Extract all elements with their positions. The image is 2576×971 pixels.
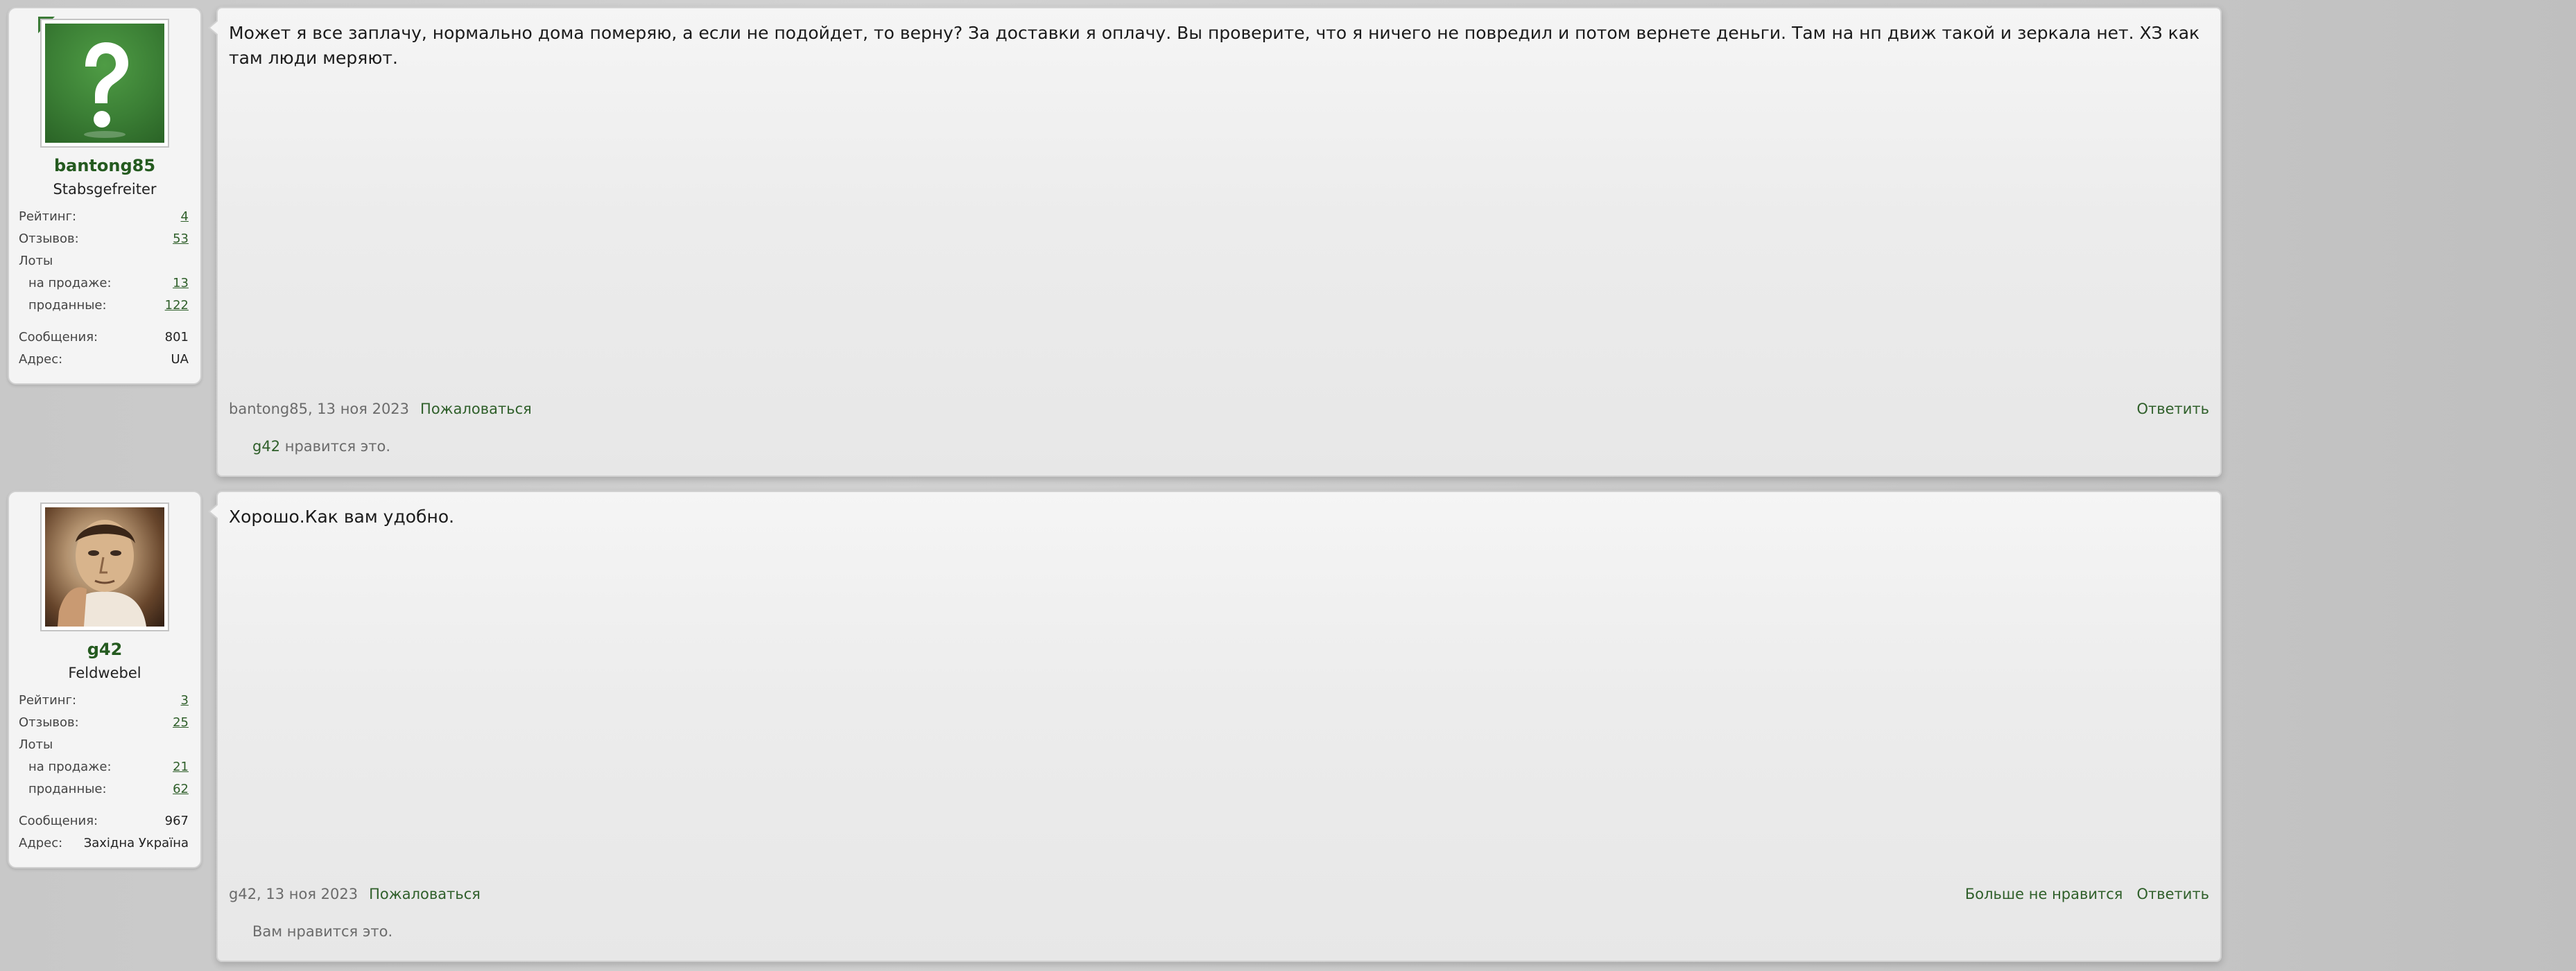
post: g42 Feldwebel Рейтинг: 3 Отзывов: 25 Лот…: [0, 484, 2576, 971]
username[interactable]: g42: [9, 640, 200, 659]
stat-rating: Рейтинг: 4: [19, 209, 189, 227]
message-actions: Больше не нравится Ответить: [1965, 886, 2209, 902]
stat-value-link[interactable]: 62: [173, 782, 189, 796]
report-link[interactable]: Пожаловаться: [369, 886, 481, 902]
avatar[interactable]: [40, 502, 169, 631]
likes-summary: Вам нравится это.: [252, 923, 392, 940]
stat-label: Сообщения:: [19, 330, 98, 344]
stat-value-link[interactable]: 4: [181, 209, 189, 224]
stat-label: Лоты: [19, 737, 53, 752]
stat-label: Сообщения:: [19, 814, 98, 828]
stat-address: Адрес: UA: [19, 352, 189, 370]
stat-label: проданные:: [28, 298, 107, 313]
avatar[interactable]: [40, 19, 169, 148]
stat-label: Отзывов:: [19, 715, 79, 730]
message-meta: bantong85, 13 ноя 2023 Пожаловаться: [229, 401, 532, 417]
stat-lots-on-sale: на продаже: 13: [19, 276, 189, 294]
message-bubble: Может я все заплачу, нормально дома поме…: [208, 7, 2222, 477]
stat-reviews: Отзывов: 53: [19, 231, 189, 250]
stat-lots-sold: проданные: 62: [19, 782, 189, 800]
stat-rating: Рейтинг: 3: [19, 693, 189, 711]
stat-value: 801: [164, 330, 189, 344]
author-date-link[interactable]: bantong85, 13 ноя 2023: [229, 401, 409, 417]
stat-value: 967: [164, 814, 189, 828]
likes-suffix: нравится это.: [280, 438, 391, 455]
stat-value-link[interactable]: 25: [173, 715, 189, 730]
post: bantong85 Stabsgefreiter Рейтинг: 4 Отзы…: [0, 0, 2576, 485]
stat-label: Адрес:: [19, 352, 63, 367]
stat-messages: Сообщения: 801: [19, 330, 189, 348]
stat-reviews: Отзывов: 25: [19, 715, 189, 733]
stat-value: Західна Україна: [83, 836, 189, 850]
message-text: Может я все заплачу, нормально дома поме…: [229, 23, 2200, 68]
stat-label: проданные:: [28, 782, 107, 796]
stat-label: на продаже:: [28, 276, 112, 290]
likes-text: Вам нравится это.: [252, 923, 393, 940]
stat-label: Рейтинг:: [19, 693, 77, 708]
unlike-link[interactable]: Больше не нравится: [1965, 886, 2123, 902]
likes-summary: g42 нравится это.: [252, 438, 390, 455]
stat-value-link[interactable]: 122: [165, 298, 189, 313]
message-meta: g42, 13 ноя 2023 Пожаловаться: [229, 886, 481, 902]
user-title: Feldwebel: [68, 665, 141, 681]
portrait-photo-avatar-icon: [45, 507, 164, 627]
user-info-card: bantong85 Stabsgefreiter Рейтинг: 4 Отзы…: [8, 7, 202, 385]
stat-value-link[interactable]: 21: [173, 760, 189, 774]
stat-value: UA: [171, 352, 189, 367]
author-date-link[interactable]: g42, 13 ноя 2023: [229, 886, 358, 902]
liker-link[interactable]: g42: [252, 438, 280, 455]
stat-lots-on-sale: на продаже: 21: [19, 760, 189, 778]
stat-lots-sold: проданные: 122: [19, 298, 189, 316]
report-link[interactable]: Пожаловаться: [420, 401, 532, 417]
stat-label: на продаже:: [28, 760, 112, 774]
stat-value-link[interactable]: 13: [173, 276, 189, 290]
message-text: Хорошо.Как вам удобно.: [229, 507, 455, 527]
stat-address: Адрес: Західна Україна: [19, 836, 189, 854]
user-title: Stabsgefreiter: [53, 181, 157, 198]
username[interactable]: bantong85: [9, 156, 200, 175]
stat-value-link[interactable]: 53: [173, 231, 189, 246]
stat-label: Рейтинг:: [19, 209, 77, 224]
user-info-card: g42 Feldwebel Рейтинг: 3 Отзывов: 25 Лот…: [8, 491, 202, 868]
stat-label: Отзывов:: [19, 231, 79, 246]
message-bubble: Хорошо.Как вам удобно. g42, 13 ноя 2023 П…: [208, 491, 2222, 962]
stat-messages: Сообщения: 967: [19, 814, 189, 832]
message-actions: Ответить: [2136, 401, 2209, 417]
stat-lots-header: Лоты: [19, 737, 189, 755]
stat-lots-header: Лоты: [19, 254, 189, 272]
question-mark-avatar-icon: [45, 24, 164, 143]
stat-value-link[interactable]: 3: [181, 693, 189, 708]
stat-label: Адрес:: [19, 836, 63, 850]
reply-link[interactable]: Ответить: [2136, 401, 2209, 417]
reply-link[interactable]: Ответить: [2136, 886, 2209, 902]
stat-label: Лоты: [19, 254, 53, 268]
